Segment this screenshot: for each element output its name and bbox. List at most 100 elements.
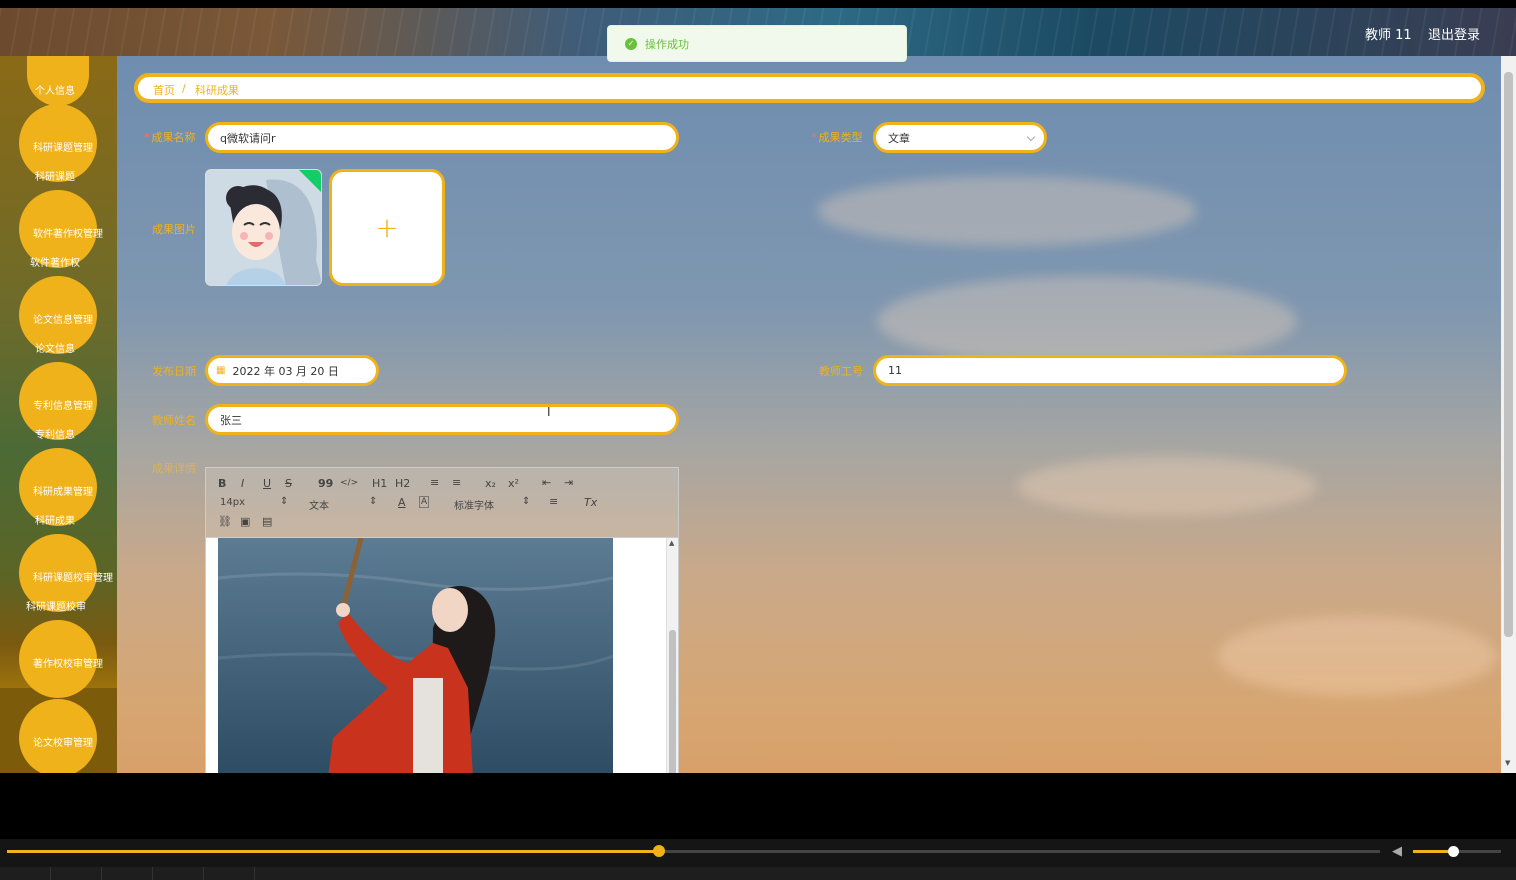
image-icon[interactable]: ▣ (240, 515, 250, 528)
browser-viewport: 教师 11 退出登录 个人信息 科研课题管理 科研课题 软件著作权管理 软件著作… (0, 8, 1516, 773)
superscript-button[interactable]: x² (508, 477, 519, 490)
detail-label: 成果详情 (152, 462, 196, 475)
editor-content[interactable]: ▲ (206, 538, 678, 773)
breadcrumb-separator: / (182, 82, 186, 95)
editor-scrollbar[interactable]: ▲ (666, 538, 678, 773)
subscript-button[interactable]: x₂ (485, 477, 496, 490)
underline-button[interactable]: U (263, 477, 271, 490)
video-icon[interactable]: ▤ (262, 515, 272, 528)
date-value: 2022 年 03 月 20 日 (232, 364, 339, 378)
teacher-no-input[interactable]: 11 (873, 355, 1347, 386)
logout-link[interactable]: 退出登录 (1428, 24, 1480, 43)
breadcrumb-current: 科研成果 (195, 84, 239, 97)
sidebar-item-profile[interactable] (27, 56, 89, 106)
sidebar: 个人信息 科研课题管理 科研课题 软件著作权管理 软件著作权 论文信息管理 论文… (0, 56, 117, 773)
teacher-name-value: 张三 (220, 413, 242, 427)
sky-cloud (1217, 616, 1497, 696)
text-cursor-icon: I (547, 405, 551, 419)
sidebar-item-topic-review[interactable]: 科研课题校审 (26, 598, 86, 613)
sidebar-item-software-copyright[interactable]: 软件著作权 (30, 254, 80, 269)
strike-button[interactable]: S (285, 477, 292, 490)
chevron-down-icon (1026, 132, 1036, 142)
sidebar-group-title: 论文校审管理 (33, 738, 93, 749)
scroll-up-icon: ▲ (669, 539, 675, 547)
plus-icon: + (375, 211, 399, 244)
uploaded-image-thumbnail[interactable] (205, 169, 322, 286)
name-input[interactable]: q微软请问r (205, 122, 679, 153)
font-size-select-arrow-icon: ⇕ (280, 496, 289, 507)
scroll-down-icon[interactable]: ▼ (1505, 759, 1510, 767)
h2-button[interactable]: H2 (395, 477, 410, 490)
image-upload-button[interactable]: + (329, 169, 445, 286)
sidebar-item-label: 个人信息 (35, 86, 75, 97)
italic-button[interactable]: I (241, 477, 244, 490)
sidebar-group-title: 科研课题校审管理 (33, 573, 113, 584)
sidebar-item-paper[interactable]: 论文信息 (35, 340, 75, 355)
breadcrumb-home[interactable]: 首页 (153, 82, 175, 98)
text-type-select[interactable]: 文本 (309, 497, 329, 512)
quote-button[interactable]: 99 (318, 477, 333, 490)
seek-bar[interactable] (7, 850, 1380, 853)
breadcrumb: 首页 / 科研成果 (134, 73, 1485, 103)
sky-cloud (1017, 456, 1317, 516)
name-label: * 成果名称 (144, 131, 196, 144)
sidebar-item-patent[interactable]: 专利信息 (35, 426, 75, 441)
page-scroll-thumb[interactable] (1504, 72, 1513, 637)
app-window: 教师 11 退出登录 个人信息 科研课题管理 科研课题 软件著作权管理 软件著作… (0, 0, 1516, 880)
sidebar-item-achievement[interactable]: 科研成果 (35, 512, 75, 527)
teacher-no-label: 教师工号 (819, 365, 863, 378)
success-toast: ✓ 操作成功 (607, 25, 907, 62)
calendar-icon: ▦ (216, 365, 226, 376)
user-label: 教师 11 (1365, 28, 1412, 43)
sidebar-group-title: 专利信息管理 (33, 401, 93, 412)
seek-handle[interactable] (653, 845, 665, 857)
image-label: 成果图片 (152, 223, 196, 236)
date-picker[interactable]: ▦ 2022 年 03 月 20 日 (205, 355, 379, 386)
indent-button[interactable]: ⇥ (564, 476, 573, 489)
date-label: 发布日期 (152, 365, 196, 378)
toast-message: 操作成功 (645, 37, 689, 51)
text-type-select-arrow-icon: ⇕ (369, 496, 378, 507)
outdent-button[interactable]: ⇤ (542, 476, 551, 489)
code-button[interactable]: </> (340, 478, 358, 488)
sidebar-group-title: 论文信息管理 (33, 315, 93, 326)
rich-text-editor[interactable]: B I U S 99 </> H1 H2 ≡ ≡ x₂ x² ⇤ ⇥ 14px … (205, 467, 679, 773)
bullet-list-button[interactable]: ≡ (452, 476, 461, 489)
font-color-button[interactable]: A (398, 496, 406, 509)
type-label: * 成果类型 (811, 131, 863, 144)
player-button-strip (0, 867, 1516, 880)
h1-button[interactable]: H1 (372, 477, 387, 490)
font-size-select[interactable]: 14px (220, 497, 245, 508)
link-icon[interactable]: ⛓ (218, 515, 232, 528)
sidebar-group-title: 著作权校审管理 (33, 659, 103, 670)
success-check-icon (299, 170, 321, 192)
strip-divider (254, 867, 255, 880)
font-family-select-arrow-icon: ⇕ (522, 496, 531, 507)
clear-format-button[interactable]: Tx (584, 496, 597, 509)
teacher-no-value: 11 (888, 364, 902, 377)
volume-icon[interactable]: ◀ (1392, 844, 1402, 859)
success-check-icon: ✓ (625, 37, 637, 50)
sidebar-group-title: 科研成果管理 (33, 487, 93, 498)
ordered-list-button[interactable]: ≡ (430, 476, 439, 489)
font-family-select[interactable]: 标准字体 (454, 497, 494, 512)
sidebar-item-research-topic[interactable]: 科研课题 (35, 168, 75, 183)
strip-divider (152, 867, 153, 880)
seek-progress (7, 850, 659, 853)
page-scrollbar[interactable]: ▼ (1501, 56, 1516, 773)
editor-scroll-thumb[interactable] (669, 630, 676, 773)
align-button[interactable]: ≡ (549, 495, 558, 508)
strip-divider (101, 867, 102, 880)
volume-handle[interactable] (1448, 846, 1459, 857)
type-select[interactable]: 文章 (873, 122, 1047, 153)
type-select-value: 文章 (888, 131, 910, 145)
sky-cloud (877, 276, 1297, 366)
editor-embedded-photo (218, 538, 613, 773)
editor-toolbar: B I U S 99 </> H1 H2 ≡ ≡ x₂ x² ⇤ ⇥ 14px … (206, 468, 678, 538)
video-player-bar: ◀ (0, 839, 1516, 880)
name-input-value: q微软请问r (220, 131, 276, 145)
sidebar-group-title: 软件著作权管理 (33, 229, 103, 240)
background-color-button[interactable]: A (419, 496, 430, 508)
bold-button[interactable]: B (218, 477, 226, 490)
teacher-name-input[interactable]: 张三 (205, 404, 679, 435)
